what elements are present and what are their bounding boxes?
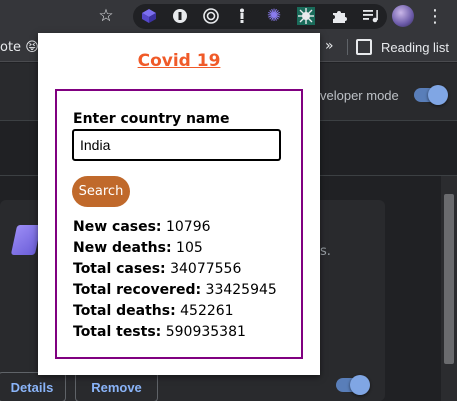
browser-toolbar: ☆ ✺ ⋮ [0, 0, 457, 32]
bookmarks-overflow-button[interactable]: » [325, 38, 334, 54]
stat-value: 10796 [165, 219, 211, 235]
country-label: Enter country name [73, 111, 230, 127]
stat-value: 33425945 [205, 282, 277, 298]
covid-extension-icon[interactable] [296, 6, 316, 26]
stat-row: Total cases: 34077556 [73, 259, 277, 280]
circle-extension-icon[interactable] [170, 6, 190, 26]
toggle-knob [350, 375, 370, 395]
stat-label: Total deaths: [73, 303, 176, 319]
reading-list-label[interactable]: Reading list [381, 40, 449, 55]
covid-extension-popup: Covid 19 Enter country name Search New c… [38, 33, 320, 375]
reading-list-icon[interactable] [356, 39, 372, 55]
stat-row: New cases: 10796 [73, 217, 277, 238]
figure-extension-icon[interactable] [232, 6, 252, 26]
stat-label: Total tests: [73, 324, 162, 340]
stat-row: Total tests: 590935381 [73, 322, 277, 343]
toggle-knob [428, 85, 448, 105]
stat-value: 105 [176, 240, 203, 256]
details-button[interactable]: Details [0, 372, 66, 401]
menu-icon[interactable]: ⋮ [425, 6, 445, 27]
stat-label: Total cases: [73, 261, 166, 277]
developer-mode-label: veloper mode [320, 88, 399, 103]
popup-frame: Enter country name Search New cases: 107… [55, 89, 303, 359]
media-icon[interactable] [361, 6, 381, 26]
developer-mode-toggle[interactable] [414, 85, 448, 105]
scrollbar-thumb[interactable] [444, 194, 454, 364]
extension-description: s. [320, 244, 331, 259]
stat-row: New deaths: 105 [73, 238, 277, 259]
cube-extension-icon[interactable] [139, 6, 159, 26]
bookmark-item[interactable]: ote 😝 [0, 40, 39, 55]
page-scrollbar[interactable] [441, 176, 457, 401]
bookmark-star-icon[interactable]: ☆ [96, 6, 116, 26]
stat-value: 34077556 [170, 261, 242, 277]
stat-row: Total recovered: 33425945 [73, 280, 277, 301]
remove-button[interactable]: Remove [75, 372, 158, 401]
country-input[interactable] [72, 129, 281, 161]
stats-list: New cases: 10796 New deaths: 105 Total c… [73, 217, 277, 343]
gear-extension-icon[interactable]: ✺ [264, 6, 284, 26]
puzzle-icon[interactable] [329, 6, 349, 26]
stat-label: New cases: [73, 219, 162, 235]
stat-label: New deaths: [73, 240, 172, 256]
stat-value: 590935381 [165, 324, 246, 340]
popup-title: Covid 19 [137, 51, 221, 71]
avatar[interactable] [392, 5, 414, 27]
extension-enable-toggle[interactable] [336, 375, 370, 395]
target-extension-icon[interactable] [201, 6, 221, 26]
stat-value: 452261 [180, 303, 234, 319]
stat-row: Total deaths: 452261 [73, 301, 277, 322]
search-button[interactable]: Search [72, 176, 130, 207]
bookmarks-divider [347, 39, 348, 55]
stat-label: Total recovered: [73, 282, 202, 298]
